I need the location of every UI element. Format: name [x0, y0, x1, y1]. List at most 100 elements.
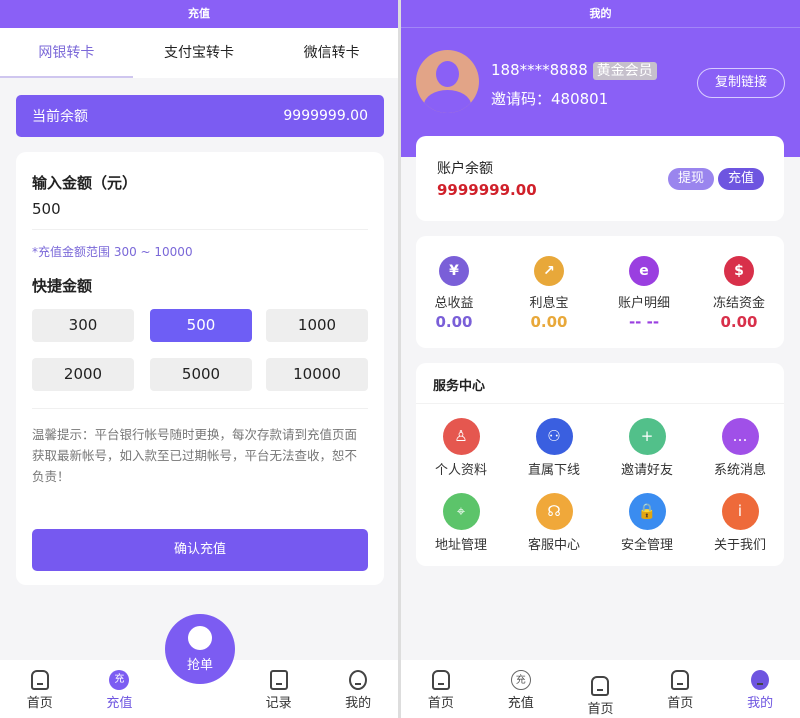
- recharge-screen: 充值 网银转卡 支付宝转卡 微信转卡 当前余额 9999999.00 输入金额（…: [0, 0, 398, 718]
- warm-tip: 温馨提示：平台银行帐号随时更换，每次存款请到充值页面获取最新帐号，如入款至已过期…: [32, 427, 358, 484]
- tab-wechat[interactable]: 微信转卡: [265, 28, 398, 78]
- quick-amount-5000[interactable]: 5000: [150, 358, 252, 391]
- grab-order-icon: [188, 626, 212, 650]
- copy-link-button[interactable]: 复制链接: [697, 68, 785, 98]
- trend-chart-icon: ↗: [534, 256, 564, 286]
- nav-home[interactable]: 首页: [0, 660, 80, 718]
- stat-value: 0.00: [720, 313, 758, 331]
- quick-amount-500[interactable]: 500: [150, 309, 252, 342]
- record-icon: [269, 670, 288, 690]
- recharge-button[interactable]: 充值: [717, 168, 764, 190]
- page-title: 充值: [0, 0, 398, 28]
- org-chart-icon: ⚇: [535, 418, 573, 455]
- recharge-form: 输入金额（元） 500 *充值金额范围 300 ~ 10000 快捷金额 300…: [16, 152, 384, 585]
- quick-amount-10000[interactable]: 10000: [266, 358, 368, 391]
- recharge-icon: 充: [109, 670, 130, 690]
- service-item[interactable]: ☊ 客服中心: [508, 493, 600, 553]
- account-balance-label: 账户余额: [437, 161, 493, 177]
- service-label: 安全管理: [620, 538, 673, 553]
- amount-range-hint: *充值金额范围 300 ~ 10000: [32, 245, 193, 259]
- home-icon: [591, 676, 610, 696]
- message-icon: …: [721, 418, 759, 455]
- service-label: 直属下线: [527, 463, 580, 478]
- recharge-icon: 充: [510, 670, 531, 690]
- home-icon: [671, 670, 690, 690]
- service-label: 系统消息: [713, 463, 766, 478]
- nav-recharge[interactable]: 充充值: [80, 660, 160, 718]
- home-icon: [431, 670, 450, 690]
- withdraw-button[interactable]: 提现: [667, 168, 714, 190]
- service-label: 关于我们: [713, 538, 766, 553]
- service-item[interactable]: ⚇ 直属下线: [508, 418, 600, 478]
- page-title: 我的: [401, 0, 800, 28]
- tab-bank-card[interactable]: 网银转卡: [0, 28, 133, 78]
- lock-icon: 🔒: [628, 493, 666, 530]
- service-label: 邀请好友: [620, 463, 673, 478]
- nav-mine[interactable]: 我的: [318, 660, 398, 718]
- service-item[interactable]: ⌖ 地址管理: [415, 493, 507, 553]
- add-user-icon: +: [628, 418, 666, 455]
- stat-value: 0.00: [530, 313, 568, 331]
- user-phone: 188****8888: [491, 61, 588, 79]
- service-item[interactable]: + 邀请好友: [601, 418, 693, 478]
- profile-icon: [751, 670, 770, 690]
- nav-home[interactable]: 首页: [401, 660, 481, 718]
- service-item[interactable]: … 系统消息: [694, 418, 786, 478]
- quick-amount-1000[interactable]: 1000: [266, 309, 368, 342]
- service-center: 服务中心 ♙ 个人资料 ⚇ 直属下线 + 邀请好友 … 系统消息 ⌖ 地址管理 ☊ 客服中心 🔒 安全管理…: [416, 363, 784, 566]
- quick-amount-2000[interactable]: 2000: [32, 358, 134, 391]
- service-label: 地址管理: [434, 538, 487, 553]
- nav-mine[interactable]: 我的: [720, 660, 800, 718]
- stat-label: 账户明细: [617, 296, 670, 311]
- avatar[interactable]: [416, 50, 479, 113]
- service-item[interactable]: 🔒 安全管理: [601, 493, 693, 553]
- member-level-badge: 黄金会员: [592, 62, 657, 80]
- money-bag-icon: ¥: [439, 256, 469, 286]
- service-center-title: 服务中心: [433, 379, 486, 394]
- quick-amount-label: 快捷金额: [32, 277, 93, 295]
- service-item[interactable]: ♙ 个人资料: [415, 418, 507, 478]
- balance-value: 9999999.00: [283, 108, 368, 124]
- balance-label: 当前余额: [32, 109, 88, 125]
- invite-code: 邀请码：480801: [491, 90, 609, 108]
- stat-label: 冻结资金: [712, 296, 765, 311]
- stat-item[interactable]: e 账户明细 -- --: [599, 256, 689, 331]
- user-icon: ♙: [442, 418, 480, 455]
- stat-item[interactable]: ¥ 总收益 0.00: [409, 256, 499, 331]
- nav-home-2[interactable]: 首页: [561, 660, 641, 718]
- location-icon: ⌖: [442, 493, 480, 530]
- customer-service-icon: ☊: [535, 493, 573, 530]
- payment-tabs: 网银转卡 支付宝转卡 微信转卡: [0, 28, 398, 78]
- amount-label: 输入金额（元）: [32, 174, 138, 192]
- confirm-recharge-button[interactable]: 确认充值: [32, 529, 368, 571]
- quick-amount-300[interactable]: 300: [32, 309, 134, 342]
- nav-recharge[interactable]: 充充值: [481, 660, 561, 718]
- stat-label: 利息宝: [529, 296, 569, 311]
- tab-alipay[interactable]: 支付宝转卡: [133, 28, 266, 78]
- service-label: 客服中心: [527, 538, 580, 553]
- mine-screen: 我的 188****8888 黄金会员 邀请码：480801 复制链接 账户余额…: [401, 0, 800, 718]
- profile-icon: [349, 670, 368, 690]
- stat-value: -- --: [628, 313, 660, 331]
- stats-card: ¥ 总收益 0.00 ↗ 利息宝 0.00 e 账户明细 -- -- $ 冻结资金 0.00: [416, 236, 784, 348]
- grab-order-button[interactable]: 抢单: [165, 614, 235, 684]
- bottom-nav: 首页 充充值 首页 首页 我的: [401, 660, 800, 718]
- home-icon: [30, 670, 49, 690]
- service-label: 个人资料: [434, 463, 487, 478]
- info-icon: i: [721, 493, 759, 530]
- current-balance: 当前余额 9999999.00: [16, 95, 384, 137]
- nav-records[interactable]: 记录: [239, 660, 319, 718]
- frozen-funds-icon: $: [724, 256, 754, 286]
- divider: [32, 408, 368, 409]
- user-info: 188****8888 黄金会员: [491, 60, 657, 80]
- service-item[interactable]: i 关于我们: [694, 493, 786, 553]
- account-balance-card: 账户余额 9999999.00 提现 充值: [416, 136, 784, 221]
- stat-item[interactable]: $ 冻结资金 0.00: [694, 256, 784, 331]
- stat-label: 总收益: [434, 296, 474, 311]
- amount-input[interactable]: 500: [32, 200, 368, 230]
- stat-value: 0.00: [435, 313, 473, 331]
- account-balance-value: 9999999.00: [437, 181, 537, 199]
- stat-item[interactable]: ↗ 利息宝 0.00: [504, 256, 594, 331]
- nav-home-3[interactable]: 首页: [640, 660, 720, 718]
- account-detail-icon: e: [629, 256, 659, 286]
